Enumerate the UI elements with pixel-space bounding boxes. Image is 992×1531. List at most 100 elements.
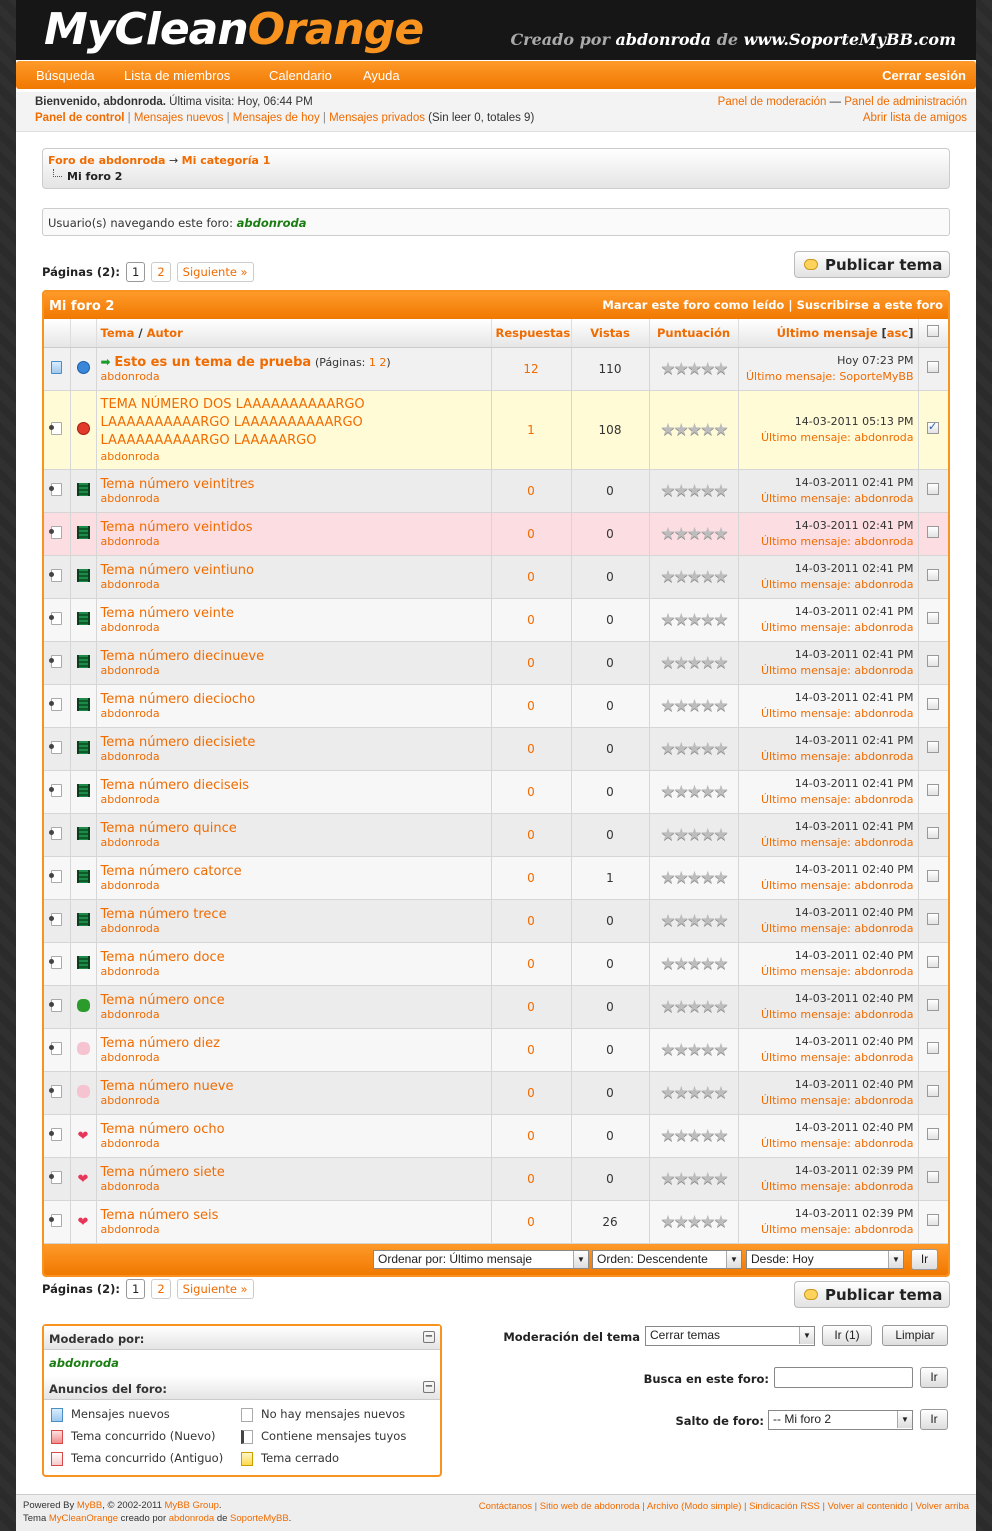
lastpost-link[interactable]: Último mensaje: <box>761 492 854 505</box>
nav-memberlist[interactable]: Lista de miembros <box>124 68 230 83</box>
thread-replies[interactable]: 0 <box>491 727 572 771</box>
theme-link[interactable]: MyCleanOrange <box>49 1513 118 1524</box>
next-page-link[interactable]: Siguiente » <box>176 262 254 282</box>
thread-author[interactable]: abdonroda <box>101 1094 487 1107</box>
lastpost-link[interactable]: Último mensaje: <box>761 750 854 763</box>
thread-checkbox[interactable] <box>927 827 939 839</box>
thread-checkbox[interactable] <box>927 999 939 1011</box>
thread-author[interactable]: abdonroda <box>101 1180 487 1193</box>
lastpost-link[interactable]: Último mensaje: <box>761 1180 854 1193</box>
lastpost-link[interactable]: Último mensaje: <box>761 922 854 935</box>
lastpost-link[interactable]: Último mensaje: <box>761 707 854 720</box>
pm-link[interactable]: Mensajes privados <box>329 112 425 124</box>
thread-checkbox[interactable] <box>927 1042 939 1054</box>
thread-checkbox[interactable] <box>927 956 939 968</box>
rating-stars-icon[interactable]: ★★★★★ <box>660 567 728 587</box>
thread-checkbox[interactable] <box>927 612 939 624</box>
rating-stars-icon[interactable]: ★★★★★ <box>660 825 728 845</box>
mark-read-link[interactable]: Marcar este foro como leído <box>602 298 784 312</box>
sort-author[interactable]: Autor <box>147 326 183 340</box>
lastpost-link[interactable]: Último mensaje: <box>761 965 854 978</box>
thread-author[interactable]: abdonroda <box>101 750 487 763</box>
footer-link[interactable]: Volver al contenido <box>828 1501 908 1512</box>
collapse-icon[interactable]: − <box>423 1331 435 1343</box>
thread-author[interactable]: abdonroda <box>101 578 487 591</box>
buddy-list-link[interactable]: Abrir lista de amigos <box>863 112 967 124</box>
lastpost-link[interactable]: Último mensaje: <box>761 793 854 806</box>
rating-stars-icon[interactable]: ★★★★★ <box>660 868 728 888</box>
thread-title[interactable]: Tema número siete <box>101 1165 225 1180</box>
thread-replies[interactable]: 0 <box>491 598 572 642</box>
mybb-group-link[interactable]: MyBB Group <box>165 1500 219 1511</box>
thread-checkbox[interactable] <box>927 913 939 925</box>
thread-author[interactable]: abdonroda <box>101 1051 487 1064</box>
lastpost-user[interactable]: abdonroda <box>854 965 913 978</box>
thread-replies[interactable]: 0 <box>491 1157 572 1201</box>
admincp-link[interactable]: Panel de administración <box>844 96 967 108</box>
thread-replies[interactable]: 1 <box>491 390 572 470</box>
sort-replies[interactable]: Respuestas <box>491 319 572 348</box>
lastpost-user[interactable]: abdonroda <box>854 1137 913 1150</box>
thread-title[interactable]: Tema número diecinueve <box>101 649 265 664</box>
rating-stars-icon[interactable]: ★★★★★ <box>660 782 728 802</box>
lastpost-link[interactable]: Último mensaje: <box>761 1223 854 1236</box>
thread-title[interactable]: Tema número seis <box>101 1208 219 1223</box>
nav-calendar[interactable]: Calendario <box>269 68 332 83</box>
thread-replies[interactable]: 0 <box>491 555 572 599</box>
thread-author[interactable]: abdonroda <box>101 1137 487 1150</box>
footer-link[interactable]: Volver arriba <box>916 1501 969 1512</box>
thread-title[interactable]: Tema número veintiuno <box>101 563 254 578</box>
thread-checkbox[interactable] <box>927 870 939 882</box>
rating-stars-icon[interactable]: ★★★★★ <box>660 359 728 379</box>
rating-stars-icon[interactable]: ★★★★★ <box>660 954 728 974</box>
thread-checkbox[interactable] <box>927 1128 939 1140</box>
thread-title[interactable]: Tema número veintitres <box>101 477 255 492</box>
sort-asc-link[interactable]: asc <box>887 326 908 340</box>
clear-button[interactable]: Limpiar <box>882 1325 948 1346</box>
thread-replies[interactable]: 0 <box>491 1200 572 1244</box>
theme-author-link[interactable]: abdonroda <box>169 1513 214 1524</box>
thread-checkbox[interactable] <box>927 361 939 373</box>
thread-replies[interactable]: 0 <box>491 1071 572 1115</box>
lastpost-link[interactable]: Último mensaje: <box>761 1137 854 1150</box>
thread-author[interactable]: abdonroda <box>101 836 487 849</box>
lastpost-user[interactable]: abdonroda <box>854 1008 913 1021</box>
rating-stars-icon[interactable]: ★★★★★ <box>660 696 728 716</box>
new-thread-button[interactable]: Publicar tema <box>794 251 950 278</box>
footer-link[interactable]: Contáctanos <box>479 1501 532 1512</box>
thread-checkbox[interactable] <box>927 1214 939 1226</box>
thread-checkbox[interactable] <box>927 526 939 538</box>
thread-title[interactable]: Tema número doce <box>101 950 225 965</box>
thread-checkbox[interactable] <box>927 784 939 796</box>
lastpost-link[interactable]: Último mensaje: <box>761 1051 854 1064</box>
lastpost-link[interactable]: Último mensaje: <box>761 836 854 849</box>
rating-stars-icon[interactable]: ★★★★★ <box>660 524 728 544</box>
lastpost-user[interactable]: abdonroda <box>854 793 913 806</box>
thread-checkbox[interactable] <box>927 1171 939 1183</box>
lastpost-user[interactable]: abdonroda <box>854 431 913 444</box>
credit-site[interactable]: www.SoporteMyBB.com <box>744 30 956 49</box>
order-select[interactable]: Orden: Descendente ▼ <box>592 1249 742 1269</box>
thread-page-links[interactable]: 1 2 <box>369 356 387 369</box>
thread-replies[interactable]: 0 <box>491 942 572 986</box>
lastpost-user[interactable]: abdonroda <box>854 750 913 763</box>
search-forum-input[interactable] <box>774 1367 913 1388</box>
thread-checkbox[interactable] <box>927 483 939 495</box>
thread-title[interactable]: Tema número dieciseis <box>101 778 250 793</box>
sort-views[interactable]: Vistas <box>571 319 650 348</box>
thread-replies[interactable]: 0 <box>491 1028 572 1072</box>
thread-title[interactable]: Tema número veinte <box>101 606 234 621</box>
usercp-link[interactable]: Panel de control <box>35 112 124 124</box>
thread-author[interactable]: abdonroda <box>101 793 487 806</box>
sort-go-button[interactable]: Ir <box>911 1248 938 1270</box>
lastpost-link[interactable]: Último mensaje: <box>761 1094 854 1107</box>
thread-author[interactable]: abdonroda <box>101 965 487 978</box>
lastpost-user[interactable]: abdonroda <box>854 1223 913 1236</box>
thread-replies[interactable]: 0 <box>491 813 572 857</box>
lastpost-link[interactable]: Último mensaje: <box>761 879 854 892</box>
rating-stars-icon[interactable]: ★★★★★ <box>660 739 728 759</box>
thread-author[interactable]: abdonroda <box>101 664 487 677</box>
lastpost-user[interactable]: abdonroda <box>854 621 913 634</box>
thread-replies[interactable]: 0 <box>491 856 572 900</box>
thread-replies[interactable]: 0 <box>491 1114 572 1158</box>
